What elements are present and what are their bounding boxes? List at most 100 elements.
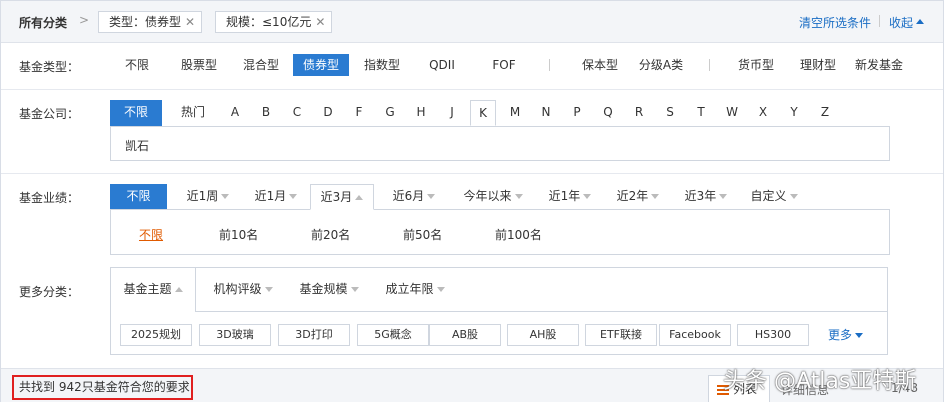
- chevron-right-icon: >: [79, 13, 90, 27]
- company-tab-letter[interactable]: B: [253, 100, 279, 126]
- performance-tab-label: 近6月: [392, 189, 425, 203]
- close-icon[interactable]: ✕: [315, 15, 325, 29]
- fund-type-option[interactable]: 新发基金: [851, 54, 907, 76]
- caret-up-icon: [174, 287, 183, 292]
- caret-down-icon: [514, 194, 523, 199]
- performance-tab-all[interactable]: 不限: [110, 184, 167, 210]
- fund-type-option[interactable]: 货币型: [731, 54, 781, 76]
- caret-down-icon: [719, 194, 728, 199]
- more-tags-link[interactable]: 更多: [828, 326, 864, 343]
- caret-down-icon: [651, 194, 660, 199]
- more-tab-scale[interactable]: 基金规模: [289, 268, 369, 311]
- company-tab-letter[interactable]: A: [222, 100, 248, 126]
- fund-company-label: 基金公司：: [19, 107, 80, 121]
- filter-chip-scale[interactable]: 规模：≤10亿元 ✕: [215, 11, 333, 33]
- all-categories-title: 所有分类: [19, 16, 68, 30]
- rank-option[interactable]: 前50名: [403, 226, 442, 243]
- filter-header: 所有分类 > 类型：债券型 ✕ 规模：≤10亿元 ✕ 清空所选条件 收起: [1, 1, 943, 43]
- theme-tag[interactable]: ETF联接: [585, 324, 657, 346]
- company-tab-letter[interactable]: F: [346, 100, 372, 126]
- theme-tag[interactable]: 3D打印: [278, 324, 350, 346]
- company-tab-letter-selected[interactable]: K: [470, 100, 496, 126]
- row-divider: [1, 173, 943, 174]
- company-tab-letter[interactable]: Y: [781, 100, 807, 126]
- performance-tab-3m[interactable]: 近3月: [310, 184, 374, 210]
- company-tab-letter[interactable]: S: [657, 100, 683, 126]
- performance-label: 基金业绩：: [19, 191, 80, 205]
- company-tab-letter[interactable]: R: [626, 100, 652, 126]
- company-tab-letter[interactable]: M: [502, 100, 528, 126]
- fund-type-option[interactable]: 指数型: [357, 54, 407, 76]
- fund-type-label: 基金类型：: [19, 60, 80, 74]
- fund-type-option[interactable]: 保本型: [575, 54, 625, 76]
- more-categories-panel: 基金主题 机构评级 基金规模 成立年限 2025规划 3D玻璃 3D打印 5G概…: [110, 267, 888, 355]
- fund-type-option[interactable]: 不限: [117, 54, 157, 76]
- company-tab-letter[interactable]: T: [688, 100, 714, 126]
- more-tab-label: 机构评级: [213, 282, 262, 296]
- company-tab-letter[interactable]: Q: [595, 100, 621, 126]
- performance-tab-2y[interactable]: 近2年: [609, 184, 667, 210]
- theme-tag[interactable]: AH股: [507, 324, 579, 346]
- fund-type-option-active[interactable]: 债券型: [293, 54, 349, 76]
- company-tab-letter[interactable]: P: [564, 100, 590, 126]
- more-tab-rating[interactable]: 机构评级: [203, 268, 283, 311]
- theme-tag[interactable]: Facebook: [659, 324, 731, 346]
- collapse-link[interactable]: 收起: [889, 14, 913, 31]
- company-tab-letter[interactable]: C: [284, 100, 310, 126]
- fund-type-option[interactable]: 股票型: [173, 54, 225, 76]
- fund-type-option[interactable]: 混合型: [235, 54, 287, 76]
- theme-tag[interactable]: HS300: [737, 324, 809, 346]
- theme-tag[interactable]: 3D玻璃: [199, 324, 271, 346]
- performance-tab-custom[interactable]: 自定义: [745, 184, 803, 210]
- caret-up-icon[interactable]: [916, 19, 924, 24]
- performance-tab-label: 近3年: [684, 189, 717, 203]
- company-tab-all[interactable]: 不限: [110, 100, 162, 126]
- performance-tab-1m[interactable]: 近1月: [247, 184, 305, 210]
- company-tab-letter[interactable]: N: [533, 100, 559, 126]
- filter-chip-label: 类型：债券型: [109, 15, 182, 29]
- performance-tab-1y[interactable]: 近1年: [541, 184, 599, 210]
- performance-tab-label: 近1年: [548, 189, 581, 203]
- rank-option[interactable]: 前100名: [495, 226, 542, 243]
- caret-down-icon: [221, 194, 230, 199]
- rank-option-selected[interactable]: 不限: [139, 226, 163, 243]
- fund-type-option[interactable]: FOF: [483, 54, 525, 76]
- divider: [709, 59, 710, 71]
- caret-down-icon: [855, 333, 864, 338]
- company-tab-letter[interactable]: Z: [812, 100, 838, 126]
- more-tab-label: 基金规模: [299, 282, 348, 296]
- company-tab-hot[interactable]: 热门: [170, 100, 216, 126]
- fund-filter-panel: 所有分类 > 类型：债券型 ✕ 规模：≤10亿元 ✕ 清空所选条件 收起 基金类型：…: [0, 0, 944, 402]
- theme-tag[interactable]: 2025规划: [120, 324, 192, 346]
- theme-tag[interactable]: 5G概念: [357, 324, 429, 346]
- result-count: 共找到 942只基金符合您的要求: [12, 375, 193, 400]
- caret-down-icon: [436, 287, 445, 292]
- company-tab-letter[interactable]: D: [315, 100, 341, 126]
- company-tab-letter[interactable]: X: [750, 100, 776, 126]
- rank-panel: 不限 前10名 前20名 前50名 前100名: [110, 209, 890, 255]
- more-tab-theme[interactable]: 基金主题: [111, 268, 196, 312]
- more-tab-age[interactable]: 成立年限: [375, 268, 455, 311]
- company-item[interactable]: 凯石: [125, 137, 149, 154]
- row-divider: [1, 89, 943, 90]
- company-tab-letter[interactable]: G: [377, 100, 403, 126]
- performance-tab-6m[interactable]: 近6月: [385, 184, 443, 210]
- close-icon[interactable]: ✕: [185, 15, 195, 29]
- fund-type-option[interactable]: 分级A类: [635, 54, 687, 76]
- company-tab-letter[interactable]: J: [439, 100, 465, 126]
- performance-tab-ytd[interactable]: 今年以来: [453, 184, 533, 210]
- fund-type-option[interactable]: 理财型: [793, 54, 843, 76]
- company-tab-letter[interactable]: W: [719, 100, 745, 126]
- theme-tag[interactable]: AB股: [429, 324, 501, 346]
- company-tab-letter[interactable]: H: [408, 100, 434, 126]
- performance-tab-label: 近2年: [616, 189, 649, 203]
- performance-tab-label: 近3月: [320, 190, 353, 204]
- clear-filters-link[interactable]: 清空所选条件: [799, 14, 871, 31]
- performance-tab-3y[interactable]: 近3年: [677, 184, 735, 210]
- filter-chip-type[interactable]: 类型：债券型 ✕: [98, 11, 203, 33]
- rank-option[interactable]: 前20名: [311, 226, 350, 243]
- performance-tab-1w[interactable]: 近1周: [179, 184, 237, 210]
- caret-up-icon: [355, 195, 364, 200]
- fund-type-option[interactable]: QDII: [419, 54, 465, 76]
- rank-option[interactable]: 前10名: [219, 226, 258, 243]
